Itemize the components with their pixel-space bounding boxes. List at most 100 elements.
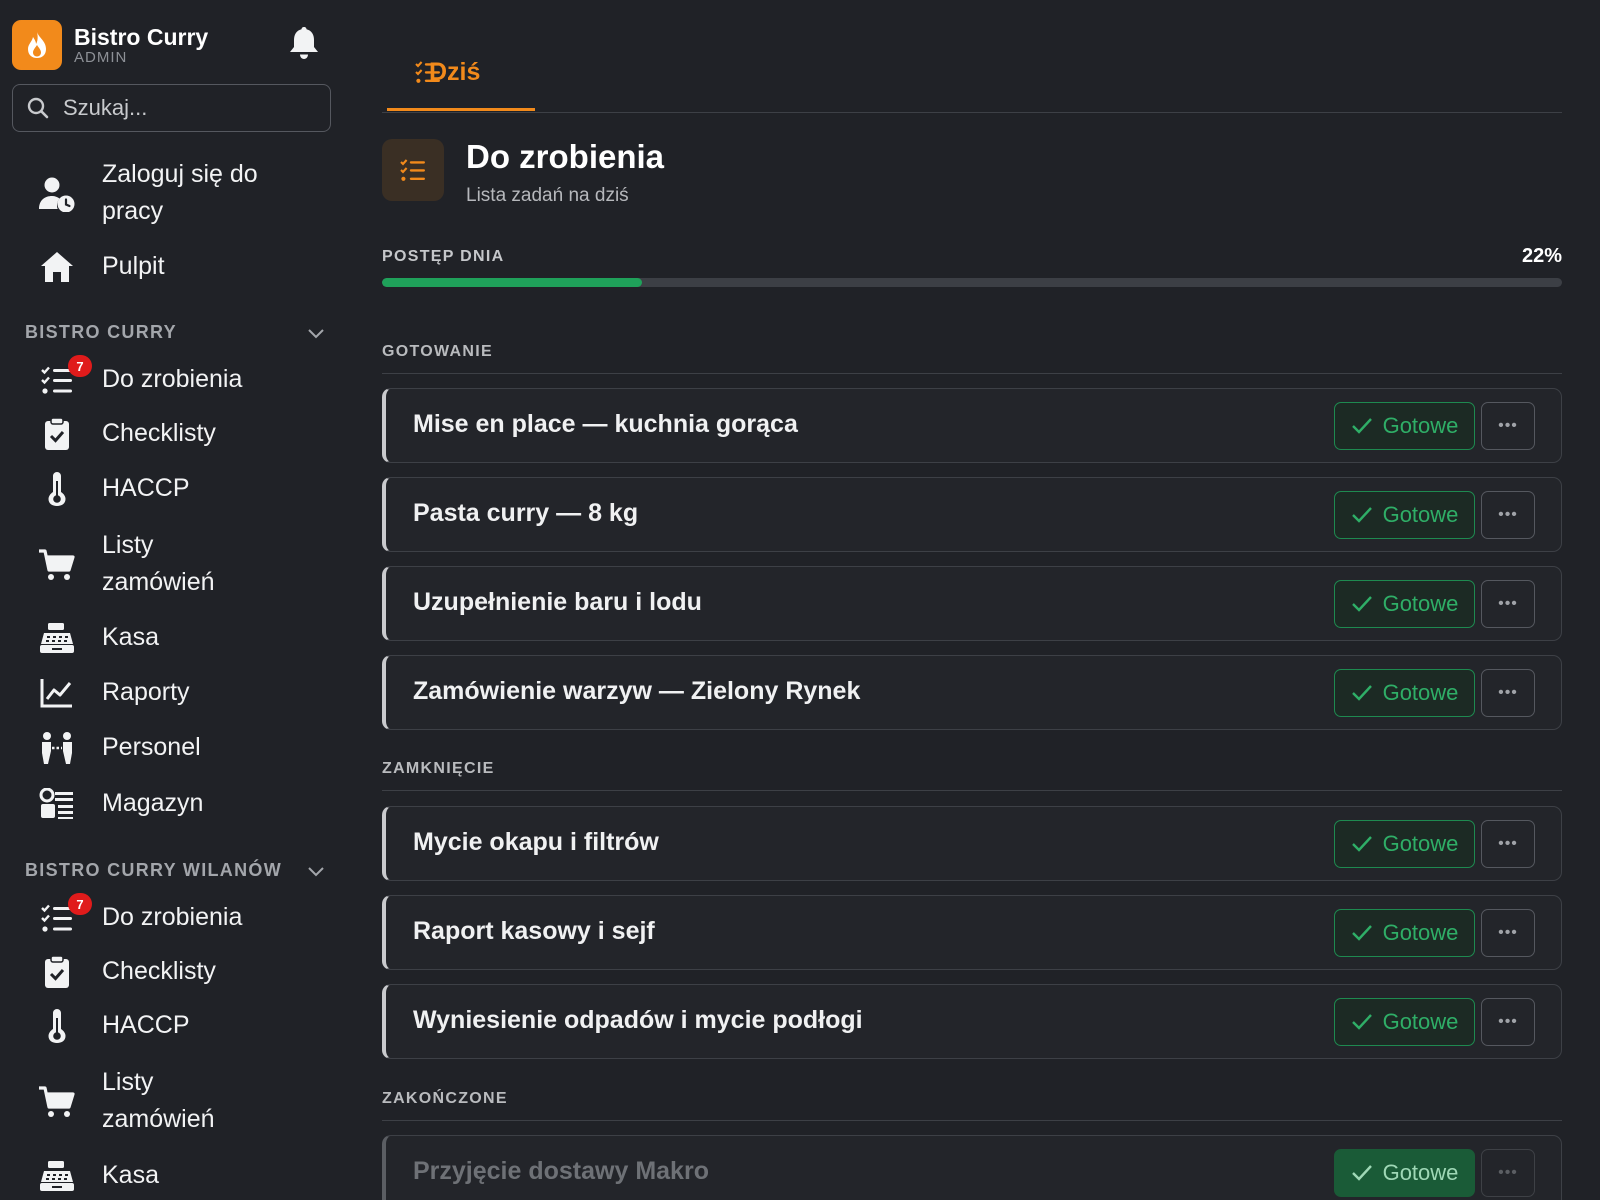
task-title: Raport kasowy i sejf	[413, 917, 655, 945]
done-button-label: Gotowe	[1382, 920, 1459, 945]
bell-icon[interactable]	[288, 25, 320, 61]
check-icon	[1351, 685, 1372, 701]
nav-item-clock-in[interactable]: Zaloguj się do pracy	[0, 156, 330, 232]
clipboard-check-icon	[38, 953, 76, 991]
progress-value: 22%	[1521, 245, 1562, 267]
more-options-button[interactable]: •••	[1481, 580, 1535, 628]
thermometer-icon	[38, 470, 76, 508]
user-clock-icon	[38, 175, 76, 213]
notification-badge: 7	[68, 355, 92, 377]
done-button-label: Gotowe	[1382, 1009, 1459, 1034]
chevron-down-icon	[308, 328, 324, 338]
nav-item-warehouse[interactable]: Magazyn	[0, 785, 330, 823]
nav-label-todo: Do zrobienia	[102, 903, 243, 931]
section-title: BISTRO CURRY	[25, 322, 177, 342]
more-options-button[interactable]: •••	[1481, 820, 1535, 868]
nav-label-warehouse: Magazyn	[102, 789, 204, 817]
ellipsis-icon: •••	[1498, 1013, 1518, 1030]
nav-item-order-lists[interactable]: Listy zamówień	[0, 527, 330, 603]
check-icon	[1351, 1165, 1372, 1181]
group-divider	[382, 790, 1562, 791]
nav-item-checklists[interactable]: Checklisty	[0, 953, 330, 991]
cart-icon	[38, 1083, 76, 1121]
more-options-button[interactable]: •••	[1481, 998, 1535, 1046]
tasks-icon	[382, 139, 444, 201]
brand[interactable]: Bistro Curry ADMIN	[12, 20, 208, 70]
home-icon	[38, 248, 76, 286]
more-options-button[interactable]: •••	[1481, 1149, 1535, 1197]
nav-item-cash[interactable]: Kasa	[0, 619, 330, 657]
notification-badge: 7	[68, 893, 92, 915]
ellipsis-icon: •••	[1498, 417, 1518, 434]
check-icon	[1351, 1014, 1372, 1030]
nav-label-todo: Do zrobienia	[102, 365, 243, 393]
nav-item-reports[interactable]: Raporty	[0, 674, 330, 712]
nav-label-dashboard: Pulpit	[102, 252, 165, 280]
chart-line-icon	[38, 674, 76, 712]
done-button-label: Gotowe	[1382, 1160, 1459, 1185]
tab-today[interactable]: Dziś	[387, 56, 535, 112]
group-title-cooking: GOTOWANIE	[382, 343, 493, 360]
nav-label-clock-in: Zaloguj się do pracy	[102, 160, 258, 225]
check-icon	[1351, 418, 1372, 434]
flame-logo-icon	[12, 20, 62, 70]
done-button[interactable]: Gotowe	[1334, 491, 1475, 539]
check-icon	[1351, 507, 1372, 523]
sidebar: Bistro Curry ADMIN Zaloguj się do pracy …	[0, 0, 346, 1200]
nav-item-cash[interactable]: Kasa	[0, 1157, 330, 1195]
nav-item-dashboard[interactable]: Pulpit	[0, 248, 330, 286]
nav-label-cash: Kasa	[102, 1161, 159, 1189]
nav-item-haccp[interactable]: HACCP	[0, 1007, 330, 1045]
task-card: Raport kasowy i sejf Gotowe •••	[382, 895, 1562, 970]
task-title: Mycie okapu i filtrów	[413, 828, 659, 856]
done-button[interactable]: Gotowe	[1334, 909, 1475, 957]
task-title: Przyjęcie dostawy Makro	[413, 1157, 709, 1185]
done-button[interactable]: Gotowe	[1334, 580, 1475, 628]
warehouse-icon	[38, 785, 76, 823]
group-title-completed: ZAKOŃCZONE	[382, 1090, 508, 1107]
task-card: Wyniesienie odpadów i mycie podłogi Goto…	[382, 984, 1562, 1059]
nav-item-todo[interactable]: 7 Do zrobienia	[0, 893, 330, 937]
people-icon	[38, 729, 76, 767]
group-divider	[382, 373, 1562, 374]
nav-item-haccp[interactable]: HACCP	[0, 470, 330, 508]
more-options-button[interactable]: •••	[1481, 491, 1535, 539]
nav-label-checklists: Checklisty	[102, 419, 216, 447]
section-toggle-bistro-curry-wilanow[interactable]: BISTRO CURRY WILANÓW	[25, 860, 325, 881]
check-icon	[1351, 836, 1372, 852]
task-card: Pasta curry — 8 kg Gotowe •••	[382, 477, 1562, 552]
ellipsis-icon: •••	[1498, 506, 1518, 523]
ellipsis-icon: •••	[1498, 684, 1518, 701]
nav-label-order-lists: Listy zamówień	[102, 531, 215, 596]
group-title-closing: ZAMKNIĘCIE	[382, 760, 495, 777]
nav-label-reports: Raporty	[102, 678, 190, 706]
nav-item-checklists[interactable]: Checklisty	[0, 415, 330, 453]
done-button[interactable]: Gotowe	[1334, 402, 1475, 450]
done-button[interactable]: Gotowe	[1334, 669, 1475, 717]
task-title: Wyniesienie odpadów i mycie podłogi	[413, 1006, 863, 1034]
more-options-button[interactable]: •••	[1481, 909, 1535, 957]
search-input[interactable]	[63, 95, 303, 121]
section-toggle-bistro-curry[interactable]: BISTRO CURRY	[25, 322, 325, 343]
done-button[interactable]: Gotowe	[1334, 820, 1475, 868]
nav-item-order-lists[interactable]: Listy zamówień	[0, 1064, 330, 1140]
done-button[interactable]: Gotowe	[1334, 998, 1475, 1046]
task-card-completed: Przyjęcie dostawy Makro Gotowe •••	[382, 1135, 1562, 1200]
task-card: Uzupełnienie baru i lodu Gotowe •••	[382, 566, 1562, 641]
task-card: Mycie okapu i filtrów Gotowe •••	[382, 806, 1562, 881]
ellipsis-icon: •••	[1498, 924, 1518, 941]
check-icon	[1351, 596, 1372, 612]
task-title: Uzupełnienie baru i lodu	[413, 588, 702, 616]
nav-label-haccp: HACCP	[102, 474, 190, 502]
thermometer-icon	[38, 1007, 76, 1045]
done-button-label: Gotowe	[1382, 413, 1459, 438]
more-options-button[interactable]: •••	[1481, 669, 1535, 717]
nav-item-todo[interactable]: 7 Do zrobienia	[0, 355, 330, 399]
more-options-button[interactable]: •••	[1481, 402, 1535, 450]
page-subtitle: Lista zadań na dziś	[466, 185, 629, 206]
search-field[interactable]	[12, 84, 331, 132]
ellipsis-icon: •••	[1498, 1164, 1518, 1181]
done-button[interactable]: Gotowe	[1334, 1149, 1475, 1197]
nav-item-staff[interactable]: Personel	[0, 729, 330, 767]
nav-label-cash: Kasa	[102, 623, 159, 651]
